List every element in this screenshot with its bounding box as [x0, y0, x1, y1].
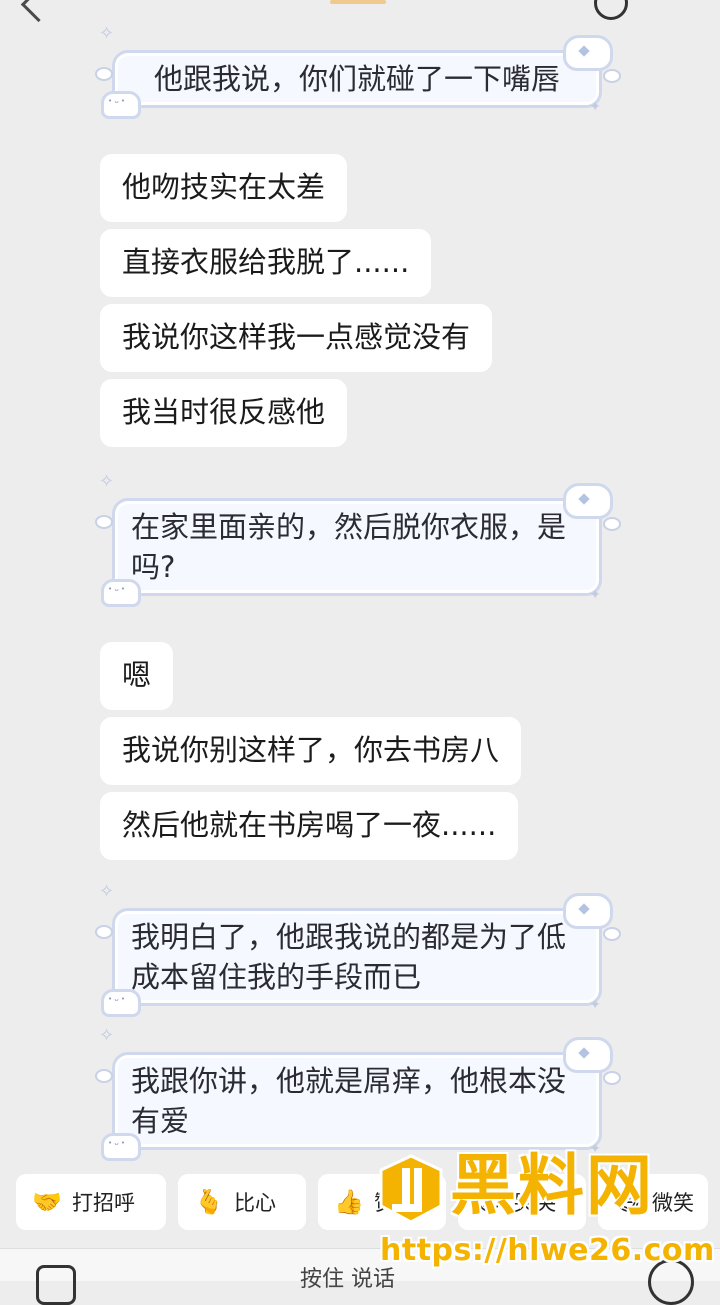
star-icon: ✦ [589, 997, 601, 1013]
face-sticker-icon [101, 91, 141, 119]
more-icon[interactable] [594, 0, 628, 20]
star-icon: ✦ [589, 1141, 601, 1157]
cloud-sticker-icon [563, 483, 613, 519]
heart-hands-icon: 🫰 [194, 1188, 224, 1216]
quick-reply-label: 微笑 [652, 1191, 694, 1215]
quick-reply-label: 比心 [234, 1191, 276, 1215]
leaf-icon [95, 515, 113, 529]
star-icon: ✦ [589, 99, 601, 115]
message-text: 直接衣服给我脱了...... [122, 245, 410, 279]
message-text: 我当时很反感他 [122, 395, 326, 429]
leaf-icon [603, 927, 621, 941]
face-sticker-icon [101, 1133, 141, 1161]
cloud-sticker-icon [563, 893, 613, 929]
crying-face-icon: 😢 [476, 1188, 502, 1216]
quick-reply-greet[interactable]: 🤝 打招呼 [16, 1174, 166, 1230]
message-bubble-other[interactable]: 直接衣服给我脱了...... [100, 229, 432, 297]
face-sticker-icon [101, 989, 141, 1017]
sparkle-icon: ✧ [99, 1025, 115, 1046]
leaf-icon [95, 925, 113, 939]
quick-reply-smile[interactable]: 😄 微笑 [598, 1174, 708, 1230]
message-text: 嗯 [122, 658, 152, 692]
message-bubble-self[interactable]: ✧ ✦ 他跟我说，你们就碰了一下嘴唇 [95, 25, 621, 119]
face-sticker-icon [101, 579, 141, 607]
message-bubble-other[interactable]: 我说你这样我一点感觉没有 [100, 304, 493, 372]
message-bubble-self[interactable]: ✧ ✦ 我跟你讲，他就是屌痒，他根本没有爱 [95, 1027, 621, 1161]
quick-reply-label: 赞 [374, 1191, 395, 1215]
quick-reply-cry[interactable]: 😢 哭哭 [458, 1174, 586, 1230]
sparkle-icon: ✧ [99, 881, 115, 902]
cloud-sticker-icon [563, 1037, 613, 1073]
message-bubble-other[interactable]: 嗯 [100, 642, 174, 710]
quick-reply-like[interactable]: 👍 赞 [318, 1174, 446, 1230]
emoji-icon[interactable] [648, 1259, 694, 1305]
hold-to-talk-button[interactable]: 按住 说话 [300, 1261, 395, 1293]
thumbs-up-icon: 👍 [334, 1188, 364, 1216]
star-icon: ✦ [589, 587, 601, 603]
leaf-icon [603, 1071, 621, 1085]
quick-reply-label: 打招呼 [72, 1191, 135, 1215]
leaf-icon [95, 67, 113, 81]
message-bubble-self[interactable]: ✧ ✦ 在家里面亲的，然后脱你衣服，是吗? [95, 473, 621, 607]
message-text: 在家里面亲的，然后脱你衣服，是吗? [131, 510, 567, 584]
message-text: 我说你别这样了，你去书房八 [122, 733, 500, 767]
quick-reply-label: 哭哭 [514, 1191, 556, 1215]
message-text: 我跟你讲，他就是屌痒，他根本没有爱 [131, 1064, 567, 1138]
leaf-icon [603, 517, 621, 531]
quick-reply-heart[interactable]: 🫰 比心 [178, 1174, 306, 1230]
message-bubble-other[interactable]: 然后他就在书房喝了一夜...... [100, 792, 519, 860]
message-bubble-other[interactable]: 我说你别这样了，你去书房八 [100, 717, 522, 785]
avatar [330, 0, 386, 4]
message-text: 然后他就在书房喝了一夜...... [122, 808, 497, 842]
back-icon[interactable] [20, 0, 57, 23]
smile-face-icon: 😄 [615, 1188, 641, 1216]
message-text: 我说你这样我一点感觉没有 [122, 320, 471, 354]
cloud-sticker-icon [563, 35, 613, 71]
message-bubble-self[interactable]: ✧ ✦ 我明白了，他跟我说的都是为了低成本留住我的手段而已 [95, 883, 621, 1017]
sparkle-icon: ✧ [99, 23, 115, 44]
leaf-icon [603, 69, 621, 83]
message-bubble-other[interactable]: 我当时很反感他 [100, 379, 348, 447]
message-bubble-other[interactable]: 他吻技实在太差 [100, 154, 348, 222]
sparkle-icon: ✧ [99, 471, 115, 492]
message-text: 他跟我说，你们就碰了一下嘴唇 [153, 62, 560, 96]
leaf-icon [95, 1069, 113, 1083]
handshake-icon: 🤝 [32, 1188, 62, 1216]
input-bar: 按住 说话 [0, 1248, 720, 1305]
message-text: 他吻技实在太差 [122, 170, 326, 204]
voice-toggle-icon[interactable] [36, 1265, 76, 1305]
message-text: 我明白了，他跟我说的都是为了低成本留住我的手段而已 [131, 920, 567, 994]
